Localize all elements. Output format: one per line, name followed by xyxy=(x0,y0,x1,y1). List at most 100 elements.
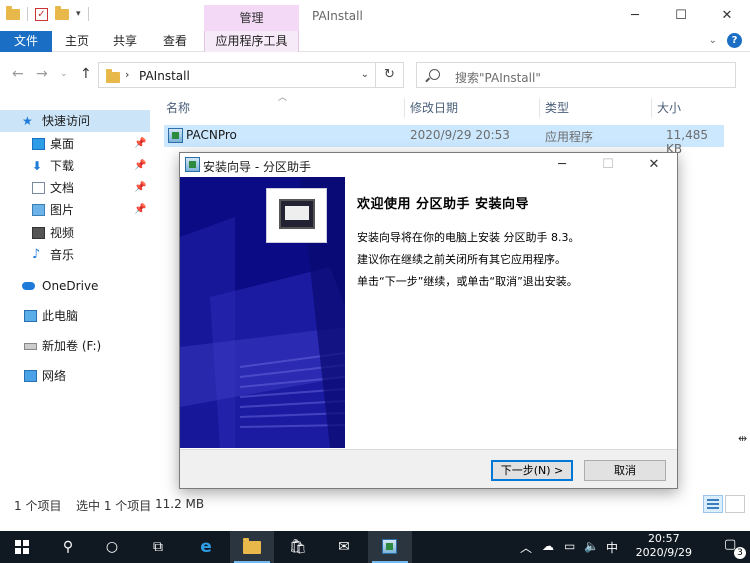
desktop-icon xyxy=(32,138,45,150)
tab-home[interactable]: 主页 xyxy=(56,31,98,52)
nav-item-music[interactable]: ♪ 音乐 xyxy=(0,244,150,266)
details-view-button[interactable] xyxy=(703,495,723,513)
maximize-button[interactable]: ☐ xyxy=(658,0,704,31)
taskbar-file-explorer[interactable] xyxy=(230,531,274,563)
ribbon-controls: ⌄ ? xyxy=(709,33,742,48)
address-text[interactable]: PAInstall xyxy=(139,69,190,83)
nav-label: 视频 xyxy=(50,226,75,240)
column-divider[interactable] xyxy=(651,98,652,118)
pin-icon[interactable]: 📌 xyxy=(134,133,146,155)
nav-label: 新加卷 (F:) xyxy=(42,339,102,353)
taskbar-installer[interactable] xyxy=(368,531,412,563)
clock-time: 20:57 xyxy=(647,532,680,545)
help-icon[interactable]: ? xyxy=(727,33,742,48)
qat-dropdown-icon[interactable]: ▾ xyxy=(76,9,81,19)
column-divider[interactable] xyxy=(404,98,405,118)
volume-icon[interactable]: 🔈 xyxy=(584,539,599,553)
close-button[interactable]: ✕ xyxy=(704,0,750,31)
nav-label: 网络 xyxy=(42,369,67,383)
expand-ribbon-icon[interactable]: ⌄ xyxy=(709,35,717,46)
quick-access-toolbar: ✓ ▾ xyxy=(6,5,89,21)
cortana-button[interactable]: ○ xyxy=(90,531,134,563)
ime-indicator[interactable]: 中 xyxy=(606,539,618,556)
pin-icon[interactable]: 📌 xyxy=(134,199,146,221)
ribbon-tabs: 文件 主页 共享 查看 应用程序工具 ⌄ ? xyxy=(0,31,750,52)
properties-icon[interactable]: ✓ xyxy=(35,7,48,21)
taskbar-mail[interactable]: ✉ xyxy=(322,531,366,563)
file-date: 2020/9/29 20:53 xyxy=(410,128,510,142)
file-row[interactable]: PACNPro 2020/9/29 20:53 应用程序 11,485 KB xyxy=(164,125,724,156)
picture-icon xyxy=(32,204,45,216)
nav-item-desktop[interactable]: 桌面 📌 xyxy=(0,133,150,155)
nav-item-quick-access[interactable]: ★ 快速访问 xyxy=(0,110,150,132)
column-header-date[interactable]: 修改日期 xyxy=(410,98,458,118)
recent-locations-icon[interactable]: ⌄ xyxy=(60,69,68,79)
nav-label: 图片 xyxy=(50,203,75,217)
status-bar: 1 个项目 选中 1 个项目 11.2 MB xyxy=(0,495,750,515)
file-name[interactable]: PACNPro xyxy=(186,128,237,142)
address-row: ← → ⌄ ↑ › PAInstall ⌄ ↻ 搜索"PAInstall" xyxy=(0,60,750,90)
search-button[interactable]: ⚲ xyxy=(46,531,90,563)
refresh-button[interactable]: ↻ xyxy=(376,62,404,88)
taskbar-store[interactable]: 🛍 xyxy=(276,531,320,563)
pin-icon[interactable]: 📌 xyxy=(134,155,146,177)
network-icon[interactable]: ▭ xyxy=(564,539,575,553)
clock-date: 2020/9/29 xyxy=(635,546,692,559)
folder-icon xyxy=(6,5,20,20)
chevron-right-icon[interactable]: › xyxy=(125,68,129,81)
nav-item-videos[interactable]: 视频 xyxy=(0,222,150,244)
computer-icon xyxy=(24,310,37,322)
action-center-button[interactable]: ▢ 3 xyxy=(724,537,746,559)
tab-share[interactable]: 共享 xyxy=(104,31,146,52)
new-folder-icon[interactable] xyxy=(55,5,69,20)
column-header-name[interactable]: 名称 xyxy=(166,98,190,118)
search-input[interactable]: 搜索"PAInstall" xyxy=(416,62,736,88)
navigation-pane: ★ 快速访问 桌面 📌 ⬇ 下载 📌 文档 📌 图片 📌 视频 ♪ 音乐 One… xyxy=(0,98,150,490)
minimize-button[interactable]: ─ xyxy=(612,0,658,31)
large-icons-view-button[interactable] xyxy=(725,495,745,513)
chevron-down-icon[interactable]: ⌄ xyxy=(361,69,369,80)
file-type: 应用程序 xyxy=(545,130,594,144)
dialog-minimize-button[interactable]: ─ xyxy=(539,153,585,177)
column-header-size[interactable]: 大小 xyxy=(657,98,681,118)
resize-cursor-icon: ⇹ xyxy=(738,432,748,445)
nav-item-network[interactable]: 网络 xyxy=(0,365,150,387)
nav-item-pictures[interactable]: 图片 📌 xyxy=(0,199,150,221)
store-bag-icon: 🛍 xyxy=(289,539,307,555)
start-button[interactable] xyxy=(0,531,44,563)
nav-item-onedrive[interactable]: OneDrive xyxy=(0,275,150,297)
nav-item-this-pc[interactable]: 此电脑 xyxy=(0,305,150,327)
up-arrow-icon[interactable]: ↑ xyxy=(80,66,92,82)
document-icon xyxy=(32,182,45,194)
clock[interactable]: 20:57 2020/9/29 xyxy=(636,532,692,560)
nav-label: 音乐 xyxy=(50,248,75,262)
cloud-offline-icon[interactable]: ☁ xyxy=(542,539,554,553)
window-caption-buttons: ─ ☐ ✕ xyxy=(612,0,750,31)
tab-application-tools[interactable]: 应用程序工具 xyxy=(204,31,299,52)
wizard-text-line: 建议你在继续之前关闭所有其它应用程序。 xyxy=(357,253,566,266)
installer-app-icon xyxy=(382,539,397,554)
pin-icon[interactable]: 📌 xyxy=(134,177,146,199)
column-header-type[interactable]: 类型 xyxy=(545,98,569,118)
wizard-content: 欢迎使用 分区助手 安装向导 安装向导将在你的电脑上安装 分区助手 8.3。 建… xyxy=(346,177,677,448)
context-tab-header-manage[interactable]: 管理 xyxy=(204,5,299,31)
address-bar[interactable]: › PAInstall ⌄ xyxy=(98,62,376,88)
forward-arrow-icon[interactable]: → xyxy=(36,66,48,82)
task-view-button[interactable]: ⧉ xyxy=(136,531,180,563)
nav-item-downloads[interactable]: ⬇ 下载 📌 xyxy=(0,155,150,177)
chevron-up-icon[interactable]: ︿ xyxy=(520,539,532,556)
cancel-button[interactable]: 取消 xyxy=(584,460,666,481)
nav-label: 此电脑 xyxy=(42,309,79,323)
taskbar-edge[interactable]: e xyxy=(184,531,228,563)
column-divider[interactable] xyxy=(539,98,540,118)
nav-item-drive-f[interactable]: 新加卷 (F:) xyxy=(0,335,150,357)
nav-item-documents[interactable]: 文档 📌 xyxy=(0,177,150,199)
tab-file[interactable]: 文件 xyxy=(0,31,52,52)
edge-browser-icon: e xyxy=(200,537,212,557)
dialog-close-button[interactable]: ✕ xyxy=(631,153,677,177)
tab-view[interactable]: 查看 xyxy=(154,31,196,52)
next-button[interactable]: 下一步(N) > xyxy=(491,460,573,481)
back-arrow-icon[interactable]: ← xyxy=(12,66,24,82)
nav-label: 快速访问 xyxy=(42,114,91,128)
network-icon xyxy=(24,370,37,382)
